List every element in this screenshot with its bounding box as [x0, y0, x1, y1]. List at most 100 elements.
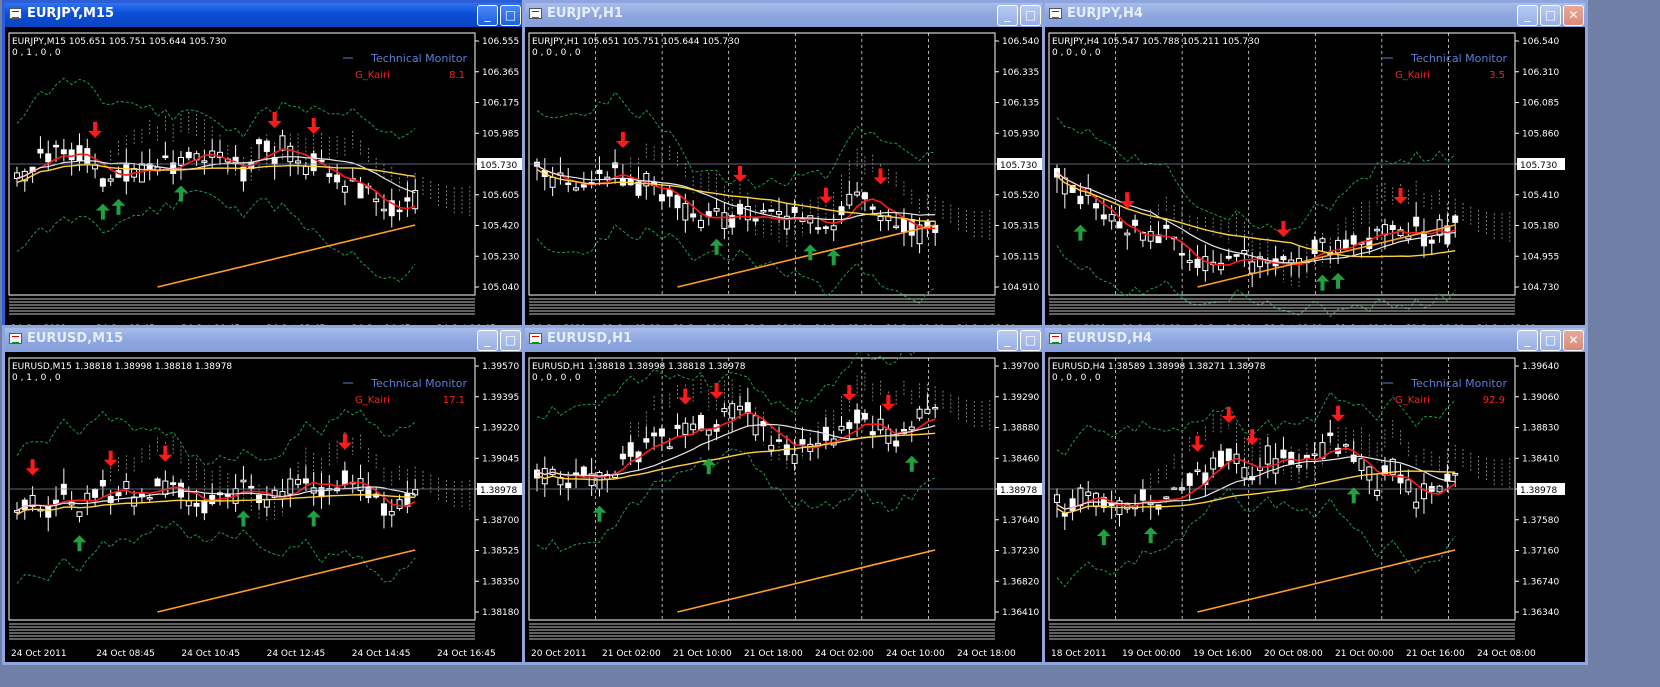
price-chart[interactable]: EURUSD,H4 1.38589 1.38998 1.38271 1.3897…: [1045, 352, 1585, 662]
candle: [534, 463, 540, 492]
price-axis-label: 1.39640: [1522, 362, 1559, 372]
candle: [729, 401, 736, 433]
sell-signal-arrow: [306, 117, 321, 134]
maximize-button[interactable]: □: [1020, 5, 1041, 26]
candle: [752, 218, 759, 226]
buy-signal-arrow: [826, 249, 841, 266]
price-chart[interactable]: EURJPY,M15 105.651 105.751 105.644 105.7…: [5, 27, 545, 337]
minimize-button[interactable]: _: [477, 5, 498, 26]
candle: [1319, 236, 1326, 252]
chart-canvas[interactable]: EURUSD,M15 1.38818 1.38998 1.38818 1.389…: [5, 352, 545, 662]
price-chart[interactable]: EURJPY,H1 105.651 105.751 105.644 105.73…: [525, 27, 1065, 337]
maximize-button[interactable]: □: [500, 5, 521, 26]
candle: [1366, 465, 1373, 495]
price-axis-label: 105.410: [1522, 191, 1559, 201]
candle: [1054, 488, 1060, 518]
chart-window[interactable]: EURJPY,H1_□✕EURJPY,H1 105.651 105.751 10…: [522, 0, 1068, 340]
chart-window[interactable]: EURUSD,H4 _ □ ✕ EURUSD,H4 1.38589 1.38998 1.…: [1042, 325, 1588, 665]
sell-signal-arrow: [88, 121, 103, 138]
window-titlebar[interactable]: EURUSD,H4 _ □ ✕: [1045, 328, 1585, 352]
minimize-button[interactable]: _: [1517, 330, 1538, 351]
candle: [60, 468, 67, 500]
chart-window[interactable]: EURJPY,M15_□✕EURJPY,M15 105.651 105.751 …: [2, 0, 548, 340]
lower-band-line: [16, 520, 416, 584]
minimize-button[interactable]: _: [997, 330, 1018, 351]
candle: [68, 142, 75, 176]
price-chart[interactable]: EURUSD,H1 1.38818 1.38998 1.38818 1.3897…: [525, 352, 1065, 662]
candle: [541, 456, 548, 497]
window-titlebar[interactable]: EURJPY,H1_□✕: [525, 3, 1065, 27]
buy-signal-arrow: [592, 505, 607, 522]
candle: [1413, 201, 1420, 232]
candle: [1374, 474, 1381, 501]
long-moving-average: [677, 549, 936, 613]
candle: [900, 208, 907, 247]
chart-canvas[interactable]: EURUSD,H4 1.38589 1.38998 1.38271 1.3897…: [1045, 352, 1585, 662]
chart-canvas[interactable]: EURUSD,H1 1.38818 1.38998 1.38818 1.3897…: [525, 352, 1065, 662]
mid-moving-average: [1056, 172, 1456, 264]
price-axis-label: 1.37580: [1522, 516, 1559, 526]
price-axis-label: 106.085: [1522, 99, 1559, 109]
candle: [1241, 237, 1248, 268]
lower-band-line: [16, 189, 416, 283]
candle: [373, 191, 380, 216]
sell-signal-arrow: [103, 450, 118, 467]
maximize-button[interactable]: □: [1540, 330, 1561, 351]
chart-canvas[interactable]: EURJPY,H1 105.651 105.751 105.644 105.73…: [525, 27, 1065, 337]
close-button[interactable]: ✕: [1563, 5, 1584, 26]
price-axis-label: 1.39290: [1002, 393, 1039, 403]
price-axis-label: 105.860: [1522, 129, 1559, 139]
candle: [1225, 448, 1232, 470]
candle: [1249, 252, 1256, 288]
mid-moving-average: [16, 156, 416, 194]
window-title: EURJPY,H1: [547, 6, 623, 21]
chart-window[interactable]: EURJPY,H4 _ □ ✕ EURJPY,H4 105.547 105.788 10…: [1042, 0, 1588, 340]
indicator-params-line: 0 , 0 , 0 , 0: [1052, 373, 1101, 383]
buy-signal-arrow: [1331, 272, 1346, 289]
candle: [861, 409, 868, 423]
window-titlebar[interactable]: EURUSD,H1_□✕: [525, 328, 1065, 352]
price-axis-label: 1.38525: [482, 547, 519, 557]
window-title: EURUSD,H4: [1067, 331, 1153, 346]
window-titlebar[interactable]: EURJPY,H4 _ □ ✕: [1045, 3, 1585, 27]
sell-signal-arrow: [1245, 429, 1260, 446]
chart-canvas[interactable]: EURJPY,M15 105.651 105.751 105.644 105.7…: [5, 27, 545, 337]
chart-window[interactable]: EURUSD,H1_□✕EURUSD,H1 1.38818 1.38998 1.…: [522, 325, 1068, 665]
time-axis-label: 24 Oct 08:00: [1477, 649, 1536, 659]
candle: [580, 171, 587, 191]
candle: [99, 177, 106, 193]
fast-moving-average: [1056, 447, 1456, 510]
candle: [1413, 488, 1420, 518]
candle: [295, 473, 302, 489]
candle: [412, 479, 419, 497]
maximize-button[interactable]: □: [1540, 5, 1561, 26]
candle: [287, 468, 294, 508]
window-titlebar[interactable]: EURUSD,M15_□✕: [5, 328, 545, 352]
chart-canvas[interactable]: EURJPY,H4 105.547 105.788 105.211 105.73…: [1045, 27, 1585, 337]
maximize-button[interactable]: □: [500, 330, 521, 351]
minimize-button[interactable]: _: [1517, 5, 1538, 26]
candle: [1249, 466, 1256, 485]
time-axis-label: 24 Oct 10:45: [181, 649, 240, 659]
indicator-value: 17.1: [443, 395, 465, 406]
close-button[interactable]: ✕: [1563, 330, 1584, 351]
chart-window-icon: [9, 333, 22, 344]
window-titlebar[interactable]: EURJPY,M15_□✕: [5, 3, 545, 27]
chart-window[interactable]: EURUSD,M15_□✕EURUSD,M15 1.38818 1.38998 …: [2, 325, 548, 665]
candle: [138, 487, 145, 504]
price-chart[interactable]: EURJPY,H4 105.547 105.788 105.211 105.73…: [1045, 27, 1585, 337]
price-chart[interactable]: EURUSD,M15 1.38818 1.38998 1.38818 1.389…: [5, 352, 545, 662]
lower-band-line: [536, 223, 936, 304]
sell-signal-arrow: [881, 394, 896, 411]
time-axis-label: 24 Oct 18:00: [957, 649, 1016, 659]
window-title: EURJPY,H4: [1067, 6, 1143, 21]
maximize-button[interactable]: □: [1020, 330, 1041, 351]
candle: [573, 458, 580, 489]
candle: [1257, 252, 1263, 279]
time-axis-label: 24 Oct 02:00: [815, 649, 874, 659]
candle: [573, 182, 580, 192]
minimize-button[interactable]: _: [997, 5, 1018, 26]
time-axis-label: 21 Oct 16:00: [1406, 649, 1465, 659]
minimize-button[interactable]: _: [477, 330, 498, 351]
candle: [1257, 457, 1263, 485]
